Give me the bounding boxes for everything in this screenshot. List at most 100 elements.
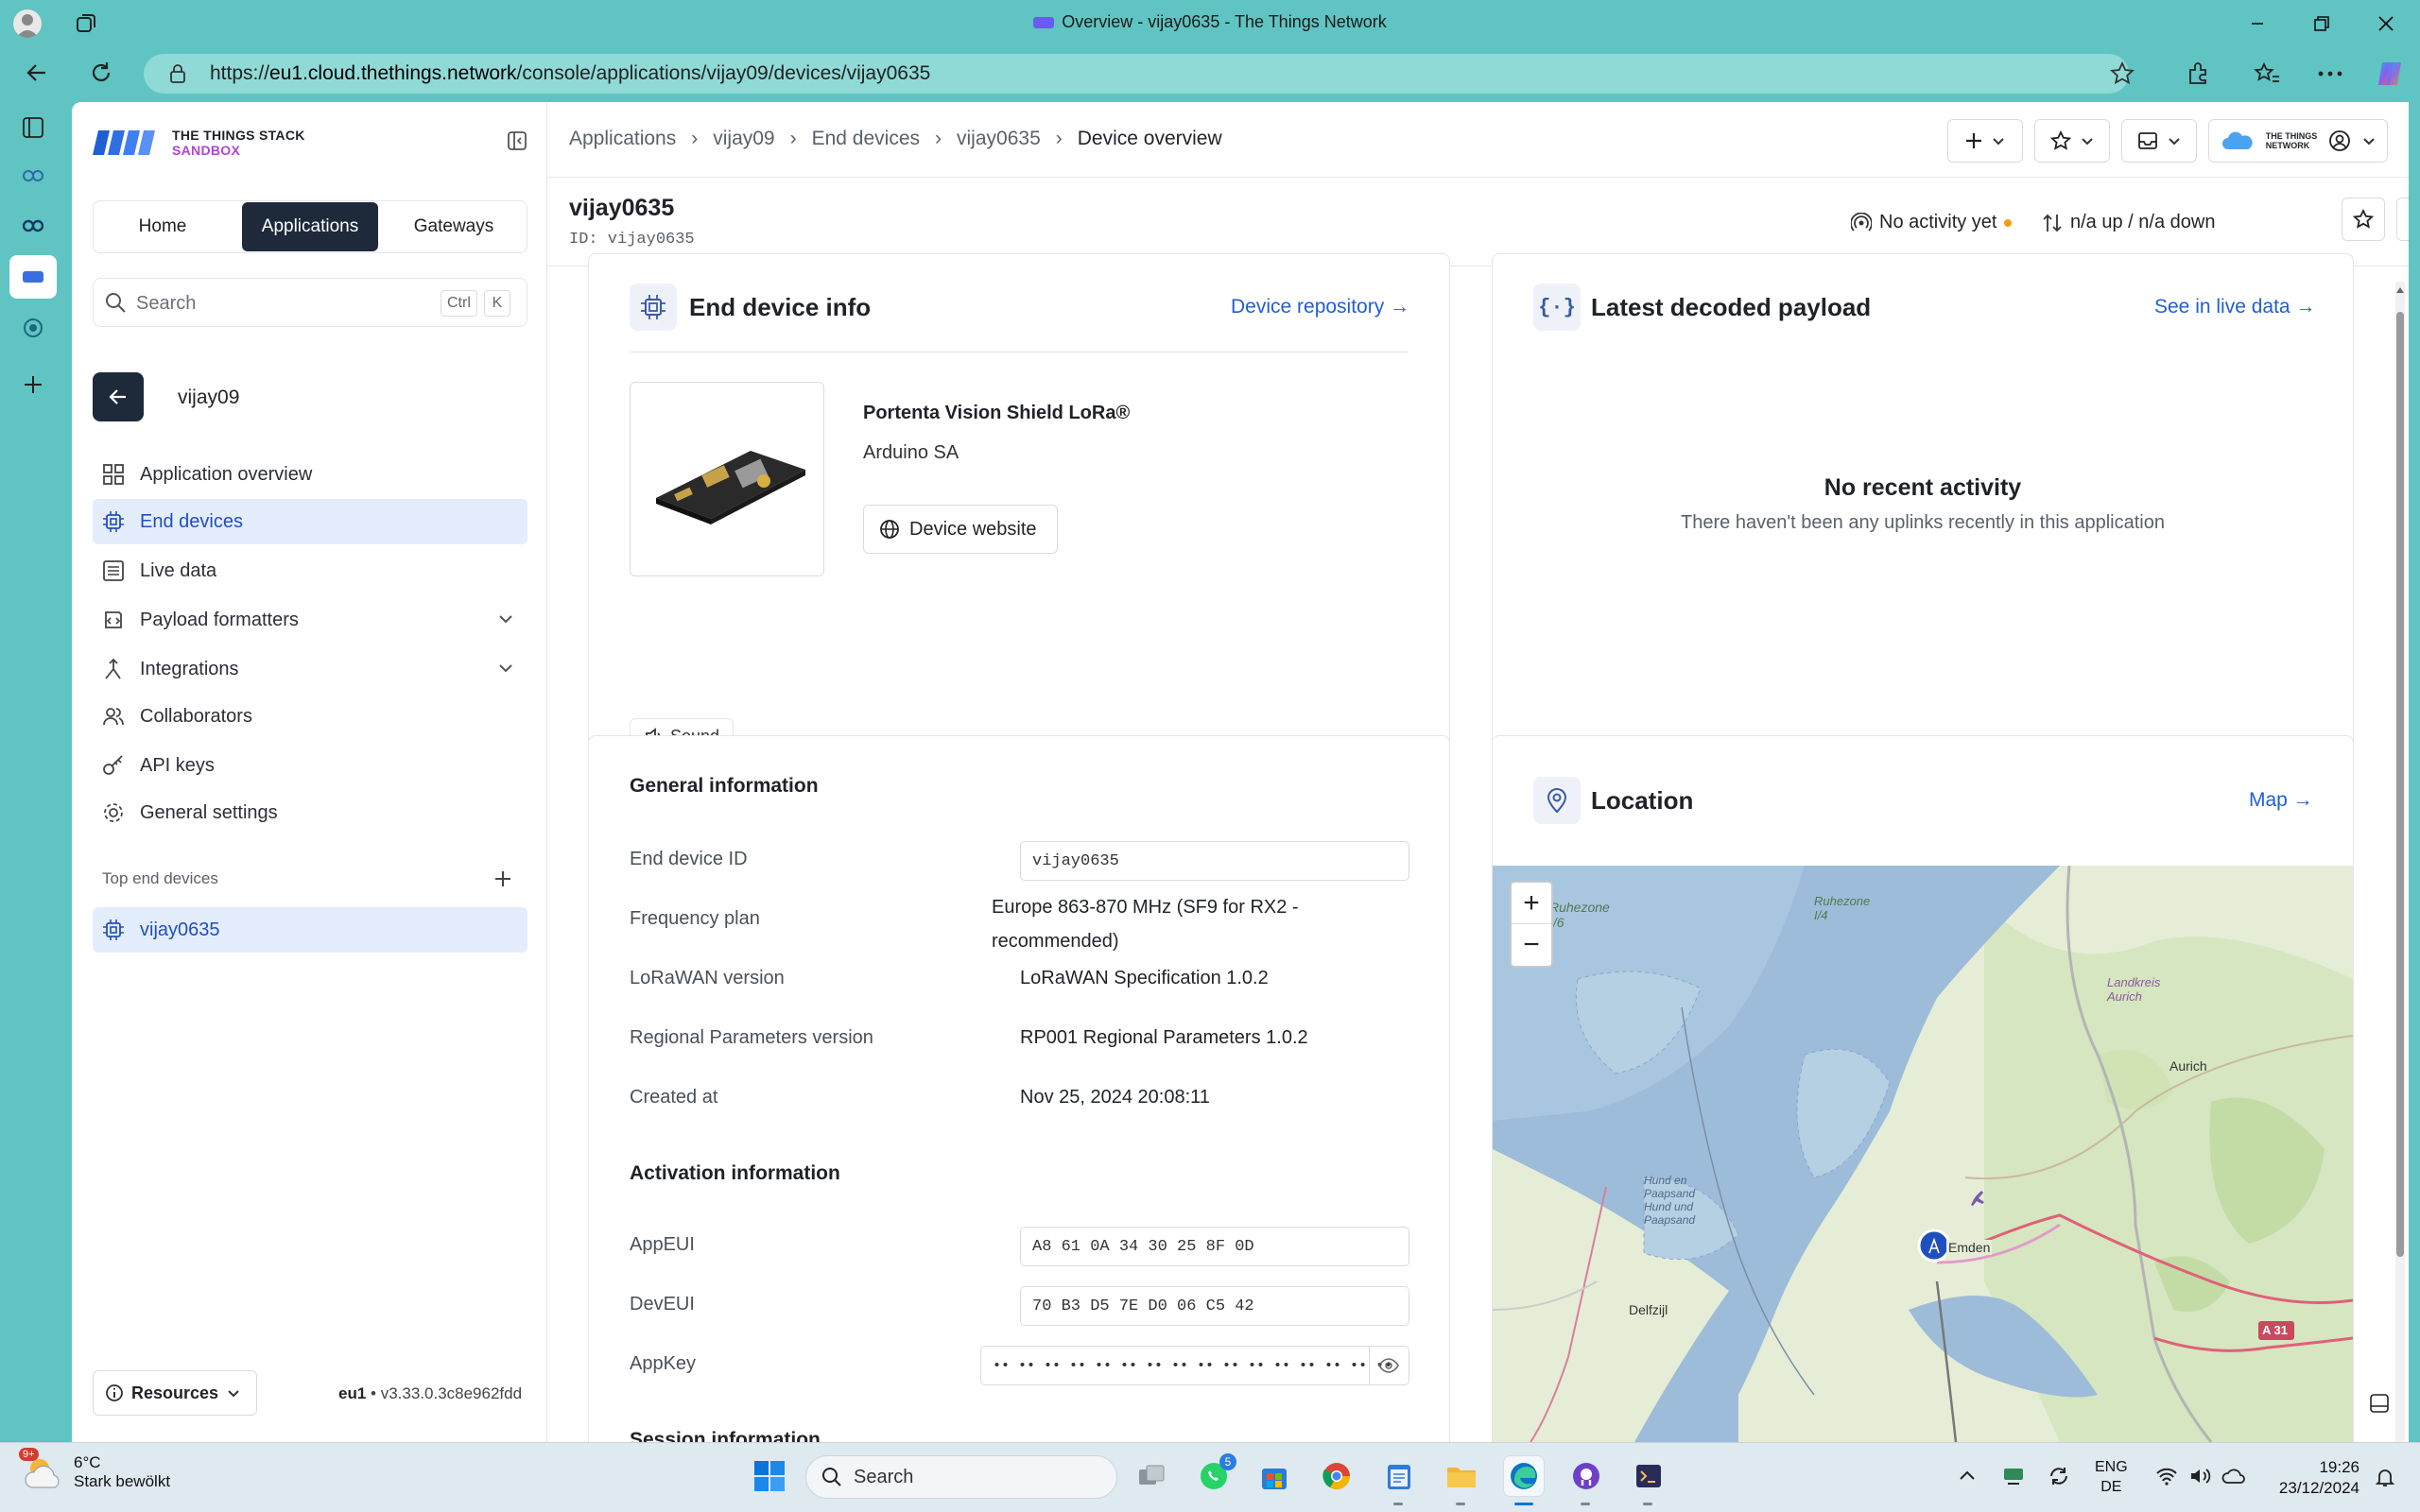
- chevron-down-icon: [2169, 138, 2180, 146]
- sidebar-item-live-data[interactable]: Live data: [93, 548, 527, 593]
- back-icon[interactable]: [25, 60, 49, 85]
- scroll-up-arrow-icon[interactable]: [2395, 285, 2405, 295]
- signal-icon: [1851, 212, 1872, 232]
- chrome-icon[interactable]: [1316, 1455, 1357, 1497]
- latest-payload-title: Latest decoded payload: [1591, 293, 1872, 321]
- scrollbar-thumb[interactable]: [2396, 312, 2404, 1257]
- field-label: Frequency plan: [630, 908, 760, 929]
- restore-button[interactable]: [2288, 0, 2356, 47]
- minimize-button[interactable]: [2223, 0, 2291, 47]
- tray-overflow-icon[interactable]: [1959, 1469, 1976, 1482]
- star-icon: [2050, 130, 2071, 150]
- resources-button[interactable]: Resources: [93, 1370, 257, 1416]
- breadcrumb-device[interactable]: vijay0635: [957, 128, 1041, 150]
- reload-icon[interactable]: [89, 60, 113, 85]
- favorite-star-icon[interactable]: [2110, 61, 2135, 86]
- tab-favicon-3-icon[interactable]: [23, 318, 43, 338]
- taskbar-search[interactable]: Search: [805, 1455, 1117, 1499]
- back-to-applications-button[interactable]: [93, 372, 144, 421]
- device-menu-button[interactable]: [2396, 198, 2409, 241]
- reveal-key-eye-icon[interactable]: [1378, 1357, 1399, 1374]
- sidebar-item-collaborators[interactable]: Collaborators: [93, 694, 527, 739]
- search-icon: [104, 291, 127, 314]
- app-key-field[interactable]: •• •• •• •• •• •• •• •• •• •• •• •• •• •…: [980, 1346, 1409, 1385]
- map-link[interactable]: Map →: [2249, 789, 2313, 812]
- location-map[interactable]: Ruhezone I/6 Ruhezone I/4 Landkreis Auri…: [1493, 866, 2353, 1442]
- task-view-icon[interactable]: [1131, 1455, 1172, 1497]
- edge-icon[interactable]: [1503, 1455, 1545, 1497]
- zoom-out-button[interactable]: −: [1512, 924, 1551, 966]
- whatsapp-icon[interactable]: 5: [1193, 1453, 1236, 1497]
- map-label: Ruhezone I/4: [1814, 894, 1871, 922]
- activation-info-heading: Activation information: [630, 1162, 840, 1184]
- account-menu-button[interactable]: THE THINGS NETWORK: [2208, 119, 2388, 163]
- dev-eui-field[interactable]: 70 B3 D5 7E D0 06 C5 42: [1020, 1286, 1409, 1326]
- app-eui-field[interactable]: A8 61 0A 34 30 25 8F 0D: [1020, 1227, 1409, 1266]
- top-device-item[interactable]: vijay0635: [93, 907, 527, 953]
- close-button[interactable]: [2352, 0, 2420, 47]
- chevron-down-icon[interactable]: [497, 660, 514, 677]
- notepad-icon[interactable]: [1378, 1455, 1420, 1497]
- running-indicator: [1581, 1503, 1590, 1505]
- chevron-down-icon[interactable]: [497, 610, 514, 627]
- url-text[interactable]: https://eu1.cloud.thethings.network/cons…: [210, 62, 930, 85]
- see-in-live-data-link[interactable]: See in live data →: [2154, 296, 2315, 318]
- breadcrumb-end-devices[interactable]: End devices: [812, 128, 920, 150]
- sidebar-item-integrations[interactable]: Integrations: [93, 646, 527, 692]
- volume-icon[interactable]: [2189, 1467, 2212, 1486]
- breadcrumb-applications[interactable]: Applications: [569, 128, 676, 150]
- start-button[interactable]: [749, 1455, 790, 1497]
- zoom-in-button[interactable]: +: [1512, 883, 1551, 924]
- device-website-button[interactable]: Device website: [863, 505, 1058, 554]
- tab-favicon-1-icon[interactable]: [23, 165, 43, 186]
- add-menu-button[interactable]: [1947, 119, 2023, 163]
- no-activity-text: There haven't been any uplinks recently …: [1681, 512, 2165, 533]
- map-label: Ruhezone I/6: [1549, 900, 1610, 930]
- file-explorer-icon[interactable]: [1441, 1455, 1482, 1497]
- bookmarks-menu-button[interactable]: [2034, 119, 2110, 163]
- github-icon[interactable]: [1565, 1455, 1607, 1497]
- notification-bell-icon[interactable]: [2375, 1467, 2395, 1487]
- tray-network-adapter-icon[interactable]: [2002, 1465, 2025, 1486]
- tab-home[interactable]: Home: [96, 202, 229, 251]
- field-label: AppEUI: [630, 1234, 695, 1255]
- terminal-app-icon[interactable]: [1628, 1455, 1669, 1497]
- running-indicator: [1393, 1503, 1403, 1505]
- store-icon[interactable]: [1253, 1455, 1295, 1497]
- sidebar-item-end-devices[interactable]: End devices: [93, 499, 527, 544]
- search-icon: [822, 1468, 841, 1486]
- chip-icon: [630, 284, 677, 331]
- collapse-sidebar-icon[interactable]: [507, 130, 527, 151]
- battery-cloud-icon[interactable]: [2221, 1467, 2246, 1486]
- sidebar-item-payload-formatters[interactable]: Payload formatters: [93, 597, 527, 643]
- wifi-icon[interactable]: [2155, 1467, 2178, 1486]
- extensions-icon[interactable]: [2186, 61, 2210, 86]
- breadcrumb-application[interactable]: vijay09: [713, 128, 774, 150]
- tab-gateways[interactable]: Gateways: [384, 202, 524, 251]
- end-device-id-field[interactable]: vijay0635: [1020, 841, 1409, 881]
- copilot-icon[interactable]: [2375, 59, 2405, 89]
- clock[interactable]: 19:26 23/12/2024: [2274, 1457, 2360, 1499]
- tab-actions-icon[interactable]: [21, 115, 45, 140]
- browser-sidebar-toggle-icon[interactable]: [2369, 1393, 2390, 1414]
- weather-widget[interactable]: 9+ 6°C Stark bewölkt: [19, 1448, 170, 1493]
- sidebar-item-general-settings[interactable]: General settings: [93, 790, 527, 835]
- sidebar-item-api-keys[interactable]: API keys: [93, 743, 527, 788]
- more-menu-icon[interactable]: [2318, 71, 2342, 77]
- lock-icon[interactable]: [168, 63, 187, 84]
- sidebar-item-application-overview[interactable]: Application overview: [93, 452, 527, 497]
- tray-sync-icon[interactable]: [2048, 1465, 2070, 1487]
- ttn-wordmark: THE THINGS NETWORK: [2265, 131, 2318, 150]
- favorites-icon[interactable]: [2254, 61, 2280, 86]
- tab-applications[interactable]: Applications: [242, 202, 378, 251]
- globe-icon: [880, 520, 899, 539]
- tab-favicon-2-icon[interactable]: [23, 215, 43, 236]
- notifications-menu-button[interactable]: [2121, 119, 2197, 163]
- star-device-button[interactable]: [2342, 198, 2385, 241]
- device-repository-link[interactable]: Device repository →: [1231, 296, 1409, 318]
- active-tab-favicon-icon[interactable]: [9, 255, 57, 299]
- new-tab-icon[interactable]: [23, 374, 43, 395]
- weather-temp: 6°C: [74, 1453, 101, 1471]
- language-indicator[interactable]: ENG DE: [2095, 1457, 2128, 1497]
- add-end-device-icon[interactable]: [493, 869, 512, 888]
